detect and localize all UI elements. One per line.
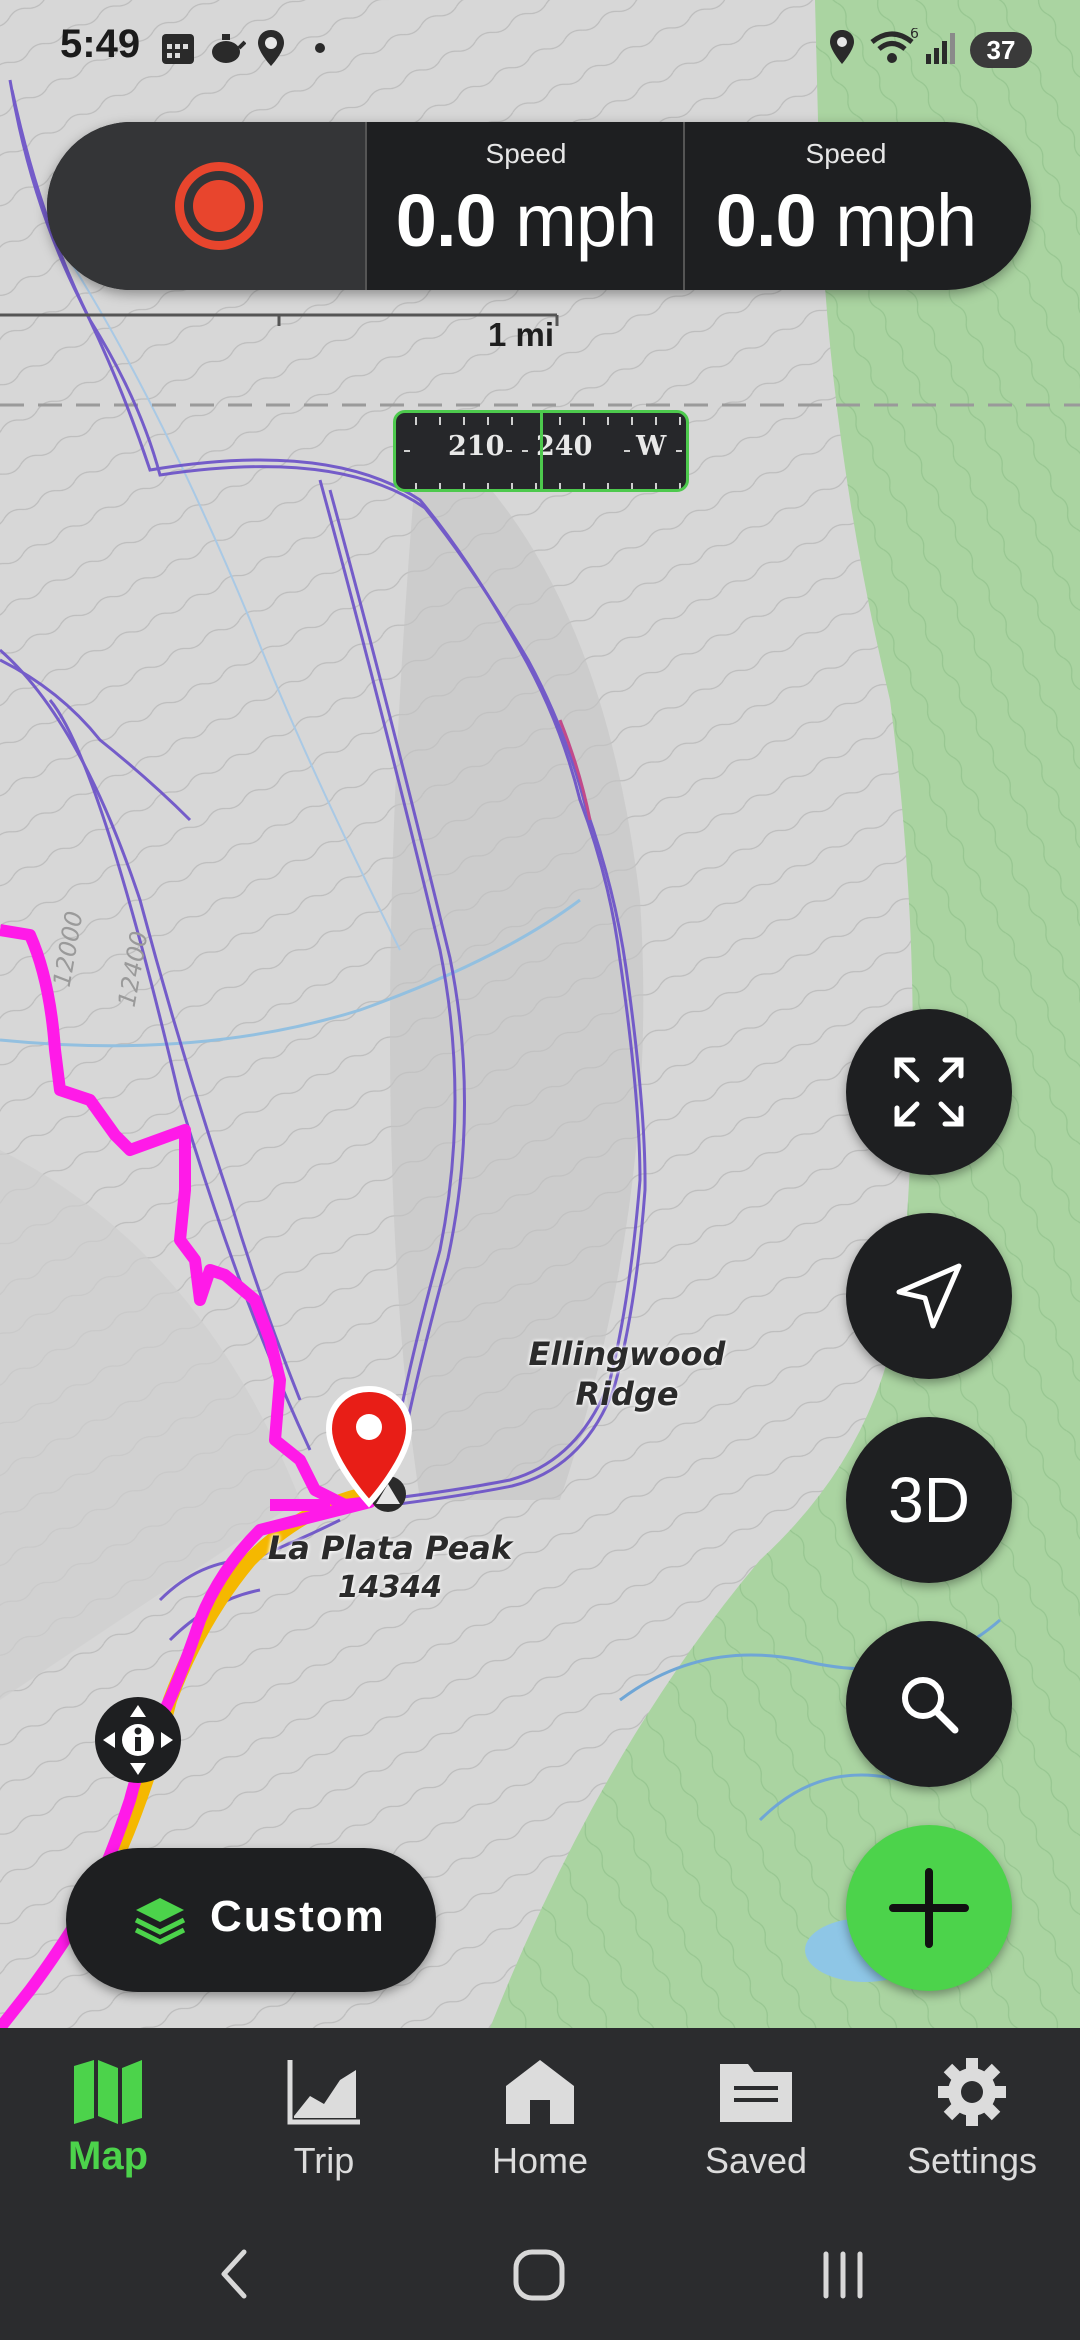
map-info-button[interactable] bbox=[95, 1697, 181, 1783]
nav-label-trip: Trip bbox=[293, 2140, 355, 2181]
fullscreen-icon bbox=[894, 1057, 964, 1127]
nav-label-settings: Settings bbox=[906, 2140, 1038, 2181]
home-nav-icon[interactable] bbox=[512, 2248, 566, 2302]
ridge-label-line2: Ridge bbox=[575, 1375, 679, 1413]
peak-name: La Plata Peak bbox=[267, 1529, 513, 1567]
recents-icon[interactable] bbox=[818, 2248, 868, 2302]
map-layer-button[interactable]: Custom bbox=[66, 1848, 436, 1992]
speed-cell-2[interactable]: Speed 0.0 mph bbox=[687, 122, 1005, 290]
compass-tick-210: 210 bbox=[448, 431, 505, 462]
navigate-button[interactable] bbox=[846, 1213, 1012, 1379]
speed-unit-2: mph bbox=[835, 179, 977, 262]
svg-text:6: 6 bbox=[910, 28, 918, 42]
search-button[interactable] bbox=[846, 1621, 1012, 1787]
nav-item-settings[interactable]: Settings bbox=[864, 2028, 1080, 2210]
bottom-nav: Map Trip Home Saved Settings bbox=[0, 2028, 1080, 2210]
back-icon[interactable] bbox=[214, 2246, 254, 2302]
peak-elevation: 14344 bbox=[337, 1570, 443, 1605]
speed-label-2: Speed bbox=[805, 138, 887, 169]
nav-item-trip[interactable]: Trip bbox=[216, 2028, 432, 2210]
nav-label-home: Home bbox=[491, 2140, 589, 2181]
signal-icon bbox=[926, 33, 955, 64]
dot-icon bbox=[315, 43, 325, 53]
3d-label: 3D bbox=[888, 1464, 970, 1536]
gear-icon bbox=[938, 2058, 1006, 2126]
compass-heading[interactable]: 210 240 W bbox=[393, 410, 689, 492]
speed-bar: Speed 0.0 mph Speed 0.0 mph bbox=[47, 122, 1031, 290]
speed-value-2: 0.0 mph bbox=[687, 178, 1005, 263]
3d-button[interactable]: 3D bbox=[846, 1417, 1012, 1583]
status-bar: 5:49 6 37 bbox=[0, 0, 1080, 100]
fullscreen-button[interactable] bbox=[846, 1009, 1012, 1175]
speed-unit-1: mph bbox=[515, 179, 657, 262]
add-button[interactable] bbox=[846, 1825, 1012, 1991]
chart-icon bbox=[287, 2060, 360, 2125]
location-pin-icon[interactable] bbox=[323, 1385, 415, 1509]
nav-label-saved: Saved bbox=[704, 2140, 808, 2181]
map-icon bbox=[74, 2060, 142, 2124]
wifi-icon: 6 bbox=[870, 28, 918, 63]
nav-item-saved[interactable]: Saved bbox=[648, 2028, 864, 2210]
speed-value-1: 0.0 mph bbox=[367, 178, 685, 263]
scale-bar bbox=[0, 313, 559, 326]
scale-label: 1 mi bbox=[488, 316, 555, 353]
battery-icon: 37 bbox=[970, 32, 1032, 68]
compass-tick-240: 240 bbox=[536, 431, 593, 462]
navigate-arrow-icon bbox=[896, 1263, 962, 1329]
map-layer-label: Custom bbox=[210, 1892, 386, 1941]
info-move-icon bbox=[103, 1705, 173, 1775]
nav-item-home[interactable]: Home bbox=[432, 2028, 648, 2210]
plus-icon bbox=[889, 1868, 969, 1948]
folder-icon bbox=[720, 2064, 792, 2122]
system-nav-bar bbox=[0, 2210, 1080, 2340]
nav-item-map[interactable]: Map bbox=[0, 2028, 216, 2210]
calendar-icon bbox=[162, 34, 194, 64]
location-icon bbox=[830, 30, 854, 64]
divider bbox=[683, 122, 685, 290]
speed-cell-1[interactable]: Speed 0.0 mph bbox=[367, 122, 685, 290]
speed-label-1: Speed bbox=[485, 138, 567, 169]
record-cell[interactable] bbox=[47, 122, 365, 290]
peak-label: La Plata Peak 14344 bbox=[250, 1528, 530, 1608]
status-time: 5:49 bbox=[60, 22, 141, 66]
compass-tick-w: W bbox=[636, 431, 667, 462]
record-icon[interactable] bbox=[175, 162, 263, 250]
nav-label-map: Map bbox=[68, 2134, 148, 2178]
home-icon bbox=[506, 2060, 574, 2124]
layers-icon bbox=[134, 1898, 186, 1945]
search-icon bbox=[902, 1677, 959, 1734]
compass-needle bbox=[540, 413, 543, 489]
speed-number-1: 0.0 bbox=[395, 179, 497, 262]
teapot-icon bbox=[212, 34, 246, 63]
ridge-label-line1: Ellingwood bbox=[528, 1335, 726, 1373]
speed-number-2: 0.0 bbox=[715, 179, 817, 262]
ridge-label: Ellingwood Ridge bbox=[512, 1334, 742, 1414]
location-pin-status-icon bbox=[258, 30, 284, 66]
